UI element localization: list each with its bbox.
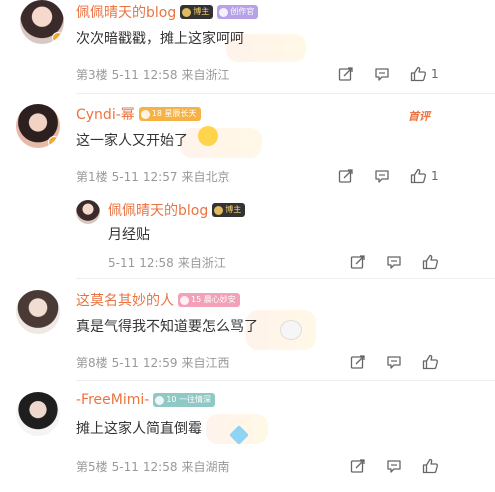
comment-location: 来自江西 xyxy=(181,356,230,370)
like-icon[interactable] xyxy=(420,456,440,476)
comment-text: 次次暗戳戳，摊上这家呵呵 xyxy=(76,31,244,47)
comment-icon[interactable] xyxy=(384,252,404,272)
comment-time: 12:57 xyxy=(142,169,178,184)
user-tag: 博主 xyxy=(212,203,246,217)
divider xyxy=(76,278,495,279)
user-tag: 博主 xyxy=(180,5,214,19)
comment-location: 来自北京 xyxy=(181,170,230,184)
username[interactable]: -FreeMimi- xyxy=(76,392,149,408)
comment-item: 这莫名其妙的人 15 晨心妙安 真是气得我不知道要怎么骂了 第8楼 5-11 1… xyxy=(0,286,495,376)
avatar[interactable] xyxy=(16,290,60,334)
share-icon[interactable] xyxy=(336,166,356,186)
comment-time: 12:59 xyxy=(142,355,178,370)
badge-icon xyxy=(140,109,150,119)
reply-item: 佩佩晴天的blog 博主 月经贴 5-11 12:58 来自浙江 xyxy=(0,196,495,276)
comment-date: 5-11 xyxy=(111,169,139,184)
comment-location: 来自湖南 xyxy=(181,460,230,474)
reply-text: 月经贴 xyxy=(108,227,150,243)
comment-item: 佩佩晴天的blog 博主 创作官 次次暗戳戳，摊上这家呵呵 第3楼 5-11 1… xyxy=(0,0,495,92)
avatar[interactable] xyxy=(20,0,64,44)
avatar[interactable] xyxy=(76,200,100,224)
comment-date: 5-11 xyxy=(108,255,136,270)
comment-icon[interactable] xyxy=(384,352,404,372)
username[interactable]: 佩佩晴天的blog xyxy=(76,2,176,22)
like-icon[interactable] xyxy=(408,64,428,84)
like-count: 1 xyxy=(431,169,439,183)
comment-location: 来自浙江 xyxy=(177,256,226,270)
comment-time: 12:58 xyxy=(142,67,178,82)
verified-icon xyxy=(52,32,64,44)
like-icon[interactable] xyxy=(420,252,440,272)
avatar[interactable] xyxy=(16,104,60,148)
crown-icon xyxy=(182,7,192,17)
comment-item: -FreeMimi- 10 一往情深 摊上这家人简直倒霉 第5楼 5-11 12… xyxy=(0,388,495,488)
emoji-sticker xyxy=(198,126,218,146)
comment-text: 真是气得我不知道要怎么骂了 xyxy=(76,319,258,335)
comment-date: 5-11 xyxy=(111,459,139,474)
badge-icon xyxy=(219,7,229,17)
like-icon[interactable] xyxy=(408,166,428,186)
divider xyxy=(76,380,495,381)
avatar[interactable] xyxy=(16,392,60,436)
user-tag: 18 星辰长天 xyxy=(138,107,201,121)
user-tag: 15 晨心妙安 xyxy=(178,293,240,307)
comment-text: 这一家人又开始了 xyxy=(76,133,188,149)
username[interactable]: Cyndi-幂 xyxy=(76,104,135,124)
user-tag: 创作官 xyxy=(217,5,259,19)
comment-time: 12:58 xyxy=(139,255,174,270)
comment-icon[interactable] xyxy=(372,64,392,84)
comment-location: 来自浙江 xyxy=(181,68,230,82)
like-count: 1 xyxy=(431,67,439,81)
comment-text: 摊上这家人简直倒霉 xyxy=(76,421,202,437)
first-comment-badge: 首评 xyxy=(408,110,430,123)
comment-date: 5-11 xyxy=(111,355,139,370)
floor-number: 第5楼 xyxy=(76,460,108,474)
share-icon[interactable] xyxy=(336,64,356,84)
like-icon[interactable] xyxy=(420,352,440,372)
username[interactable]: 这莫名其妙的人 xyxy=(76,290,174,310)
comment-icon[interactable] xyxy=(384,456,404,476)
floor-number: 第1楼 xyxy=(76,170,108,184)
divider xyxy=(76,93,495,94)
share-icon[interactable] xyxy=(348,456,368,476)
crown-icon xyxy=(214,205,224,215)
verified-icon xyxy=(48,136,60,148)
comment-icon[interactable] xyxy=(372,166,392,186)
comment-item: Cyndi-幂 18 星辰长天 首评 这一家人又开始了 第1楼 5-11 12:… xyxy=(0,100,495,190)
username[interactable]: 佩佩晴天的blog xyxy=(108,200,208,220)
user-tag: 10 一往情深 xyxy=(153,393,216,407)
badge-icon xyxy=(180,295,189,305)
emoji-sticker xyxy=(280,320,302,340)
comment-time: 12:58 xyxy=(142,459,178,474)
badge-icon xyxy=(155,395,165,405)
share-icon[interactable] xyxy=(348,352,368,372)
floor-number: 第8楼 xyxy=(76,356,108,370)
comment-background xyxy=(180,128,262,158)
floor-number: 第3楼 xyxy=(76,68,108,82)
share-icon[interactable] xyxy=(348,252,368,272)
comment-date: 5-11 xyxy=(111,67,139,82)
